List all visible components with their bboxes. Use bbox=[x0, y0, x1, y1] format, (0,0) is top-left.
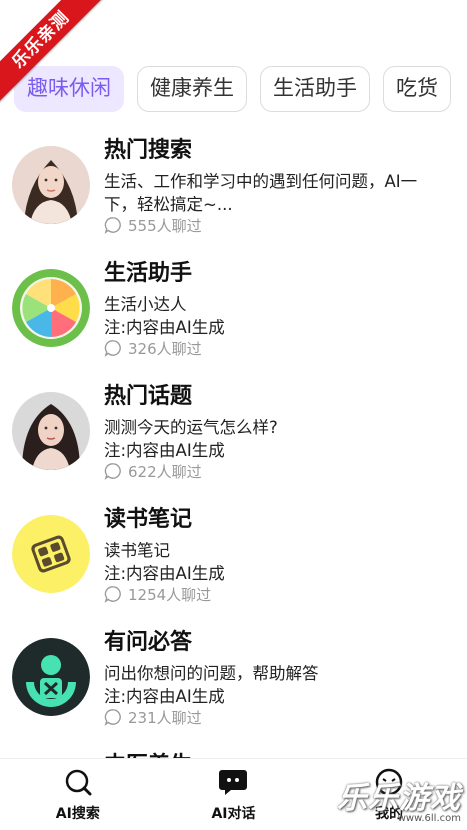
chat-bubble-icon bbox=[104, 586, 121, 603]
chat-count: 622人聊过 bbox=[104, 460, 202, 482]
nav-ai-chat[interactable]: AI对话 bbox=[173, 759, 293, 830]
nav-label: AI搜索 bbox=[55, 805, 100, 822]
item-description: 生活、工作和学习中的遇到任何问题，AI一下，轻松搞定~... bbox=[104, 172, 418, 214]
corner-ribbon: 乐乐亲测 bbox=[0, 0, 110, 110]
avatar-qa-icon bbox=[12, 638, 90, 716]
nav-label: AI对话 bbox=[211, 805, 256, 822]
chat-bubble-icon bbox=[104, 217, 121, 234]
chat-bubble-icon bbox=[104, 463, 121, 480]
item-title: 有问必答 bbox=[104, 630, 193, 655]
chat-count: 1254人聊过 bbox=[104, 583, 211, 605]
list-item[interactable]: 热门搜索 生活、工作和学习中的遇到任何问题，AI一下，轻松搞定~... 555人… bbox=[0, 130, 467, 240]
chat-count-text: 1254人聊过 bbox=[128, 585, 212, 604]
chat-dots-icon bbox=[219, 769, 248, 795]
watermark: 乐乐游戏 www.6ll.com bbox=[337, 773, 461, 824]
list-item[interactable]: 中医养生 bbox=[0, 745, 467, 758]
avatar-woman-portrait bbox=[12, 392, 90, 470]
item-title: 读书笔记 bbox=[104, 507, 193, 532]
chat-count: 555人聊过 bbox=[104, 214, 202, 236]
ribbon-text: 乐乐亲测 bbox=[0, 0, 104, 103]
chat-bubble-icon bbox=[104, 709, 121, 726]
item-title: 热门话题 bbox=[104, 384, 193, 409]
item-description: 读书笔记 注:内容由AI生成 bbox=[104, 541, 225, 583]
chat-count-text: 555人聊过 bbox=[128, 216, 202, 235]
item-title: 中医养生 bbox=[104, 747, 192, 758]
chat-count-text: 326人聊过 bbox=[128, 339, 202, 358]
app-screen: 乐乐亲测 趣味休闲 健康养生 生活助手 吃货 热门搜索 生活、工作和学习中的遇到… bbox=[0, 0, 467, 830]
chat-count-text: 622人聊过 bbox=[128, 462, 202, 481]
item-title: 热门搜索 bbox=[104, 138, 193, 163]
avatar-lemon-slice bbox=[12, 269, 90, 347]
list-item[interactable]: 热门话题 测测今天的运气怎么样? 注:内容由AI生成 622人聊过 bbox=[0, 376, 467, 486]
chat-count-text: 231人聊过 bbox=[128, 708, 202, 727]
search-icon bbox=[65, 769, 92, 795]
tab-foodie[interactable]: 吃货 bbox=[383, 66, 451, 112]
item-description: 问出你想问的问题，帮助解答 注:内容由AI生成 bbox=[104, 664, 319, 706]
avatar-book-icon bbox=[12, 515, 90, 593]
item-description: 生活小达人 注:内容由AI生成 bbox=[104, 295, 225, 337]
item-title: 生活助手 bbox=[104, 261, 193, 286]
list-item[interactable]: 读书笔记 读书笔记 注:内容由AI生成 1254人聊过 bbox=[0, 499, 467, 609]
chat-count: 231人聊过 bbox=[104, 706, 202, 728]
chat-bubble-icon bbox=[104, 340, 121, 357]
item-description: 测测今天的运气怎么样? 注:内容由AI生成 bbox=[104, 418, 278, 460]
list-item[interactable]: 有问必答 问出你想问的问题，帮助解答 注:内容由AI生成 231人聊过 bbox=[0, 622, 467, 732]
bot-list: 热门搜索 生活、工作和学习中的遇到任何问题，AI一下，轻松搞定~... 555人… bbox=[0, 130, 467, 758]
nav-ai-search[interactable]: AI搜索 bbox=[18, 759, 138, 830]
watermark-text: 乐乐游戏 bbox=[337, 781, 461, 816]
list-item[interactable]: 生活助手 生活小达人 注:内容由AI生成 326人聊过 bbox=[0, 253, 467, 363]
chat-count: 326人聊过 bbox=[104, 337, 202, 359]
tab-life-assistant[interactable]: 生活助手 bbox=[260, 66, 370, 112]
tab-health[interactable]: 健康养生 bbox=[137, 66, 247, 112]
avatar-woman-portrait bbox=[12, 146, 90, 224]
